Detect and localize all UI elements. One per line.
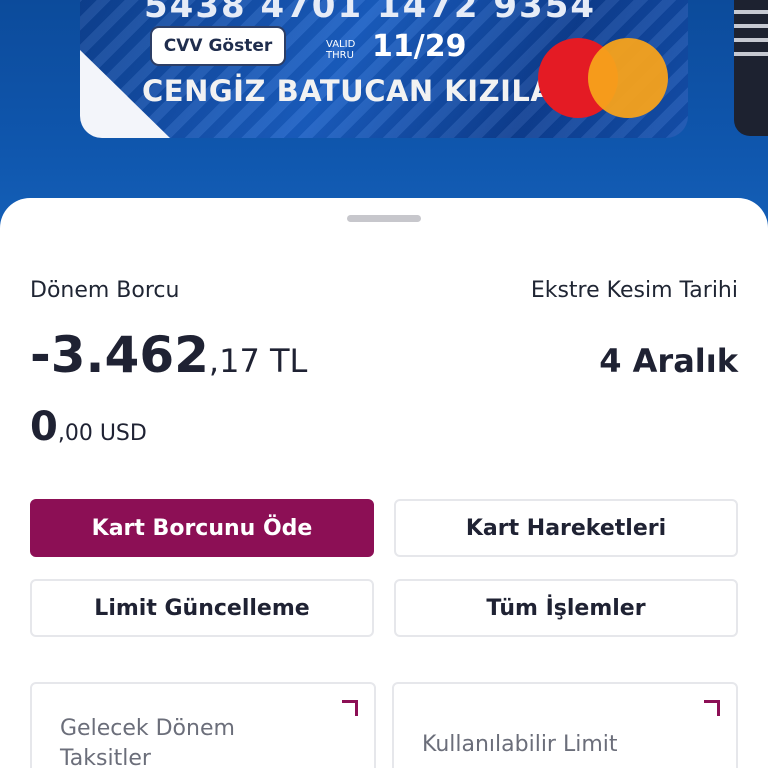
valid-thru-label: VALID THRU bbox=[326, 39, 356, 61]
expand-corner-icon bbox=[704, 700, 720, 716]
sheet-grabber[interactable] bbox=[347, 215, 421, 222]
next-card-preview[interactable] bbox=[734, 0, 768, 136]
statement-date-label: Ekstre Kesim Tarihi bbox=[530, 278, 738, 303]
limit-update-button[interactable]: Limit Güncelleme bbox=[30, 579, 374, 637]
card-details-sheet: Dönem Borcu Ekstre Kesim Tarihi -3.462,1… bbox=[0, 198, 768, 768]
credit-card[interactable]: 5438 4701 1472 9354 CVV Göster VALID THR… bbox=[80, 0, 688, 138]
usd-amount-main: 0 bbox=[30, 404, 58, 450]
pay-card-debt-button[interactable]: Kart Borcunu Öde bbox=[30, 499, 374, 557]
period-debt-amount: -3.462,17 TL bbox=[30, 326, 307, 384]
card-transactions-button[interactable]: Kart Hareketleri bbox=[394, 499, 738, 557]
usd-debt-amount: 0,00 USD bbox=[30, 404, 147, 450]
available-limit-tile[interactable]: Kullanılabilir Limit bbox=[392, 682, 738, 768]
future-installments-tile[interactable]: Gelecek Dönem Taksitler bbox=[30, 682, 376, 768]
card-holder-name: CENGİZ BATUCAN KIZILATEŞ bbox=[142, 74, 614, 108]
statement-date-value: 4 Aralık bbox=[599, 342, 738, 380]
show-cvv-button[interactable]: CVV Göster bbox=[150, 26, 286, 66]
future-installments-label: Gelecek Dönem Taksitler bbox=[60, 716, 235, 768]
usd-amount-fraction: ,00 USD bbox=[57, 421, 147, 446]
tl-amount-fraction: ,17 TL bbox=[208, 342, 308, 380]
card-number: 5438 4701 1472 9354 bbox=[144, 0, 597, 26]
period-debt-label: Dönem Borcu bbox=[30, 278, 180, 303]
available-limit-label: Kullanılabilir Limit bbox=[422, 732, 618, 757]
card-expiry: 11/29 bbox=[372, 29, 467, 64]
all-operations-button[interactable]: Tüm İşlemler bbox=[394, 579, 738, 637]
tl-amount-main: -3.462 bbox=[30, 326, 209, 384]
mastercard-logo-icon bbox=[538, 38, 668, 118]
expand-corner-icon bbox=[342, 700, 358, 716]
